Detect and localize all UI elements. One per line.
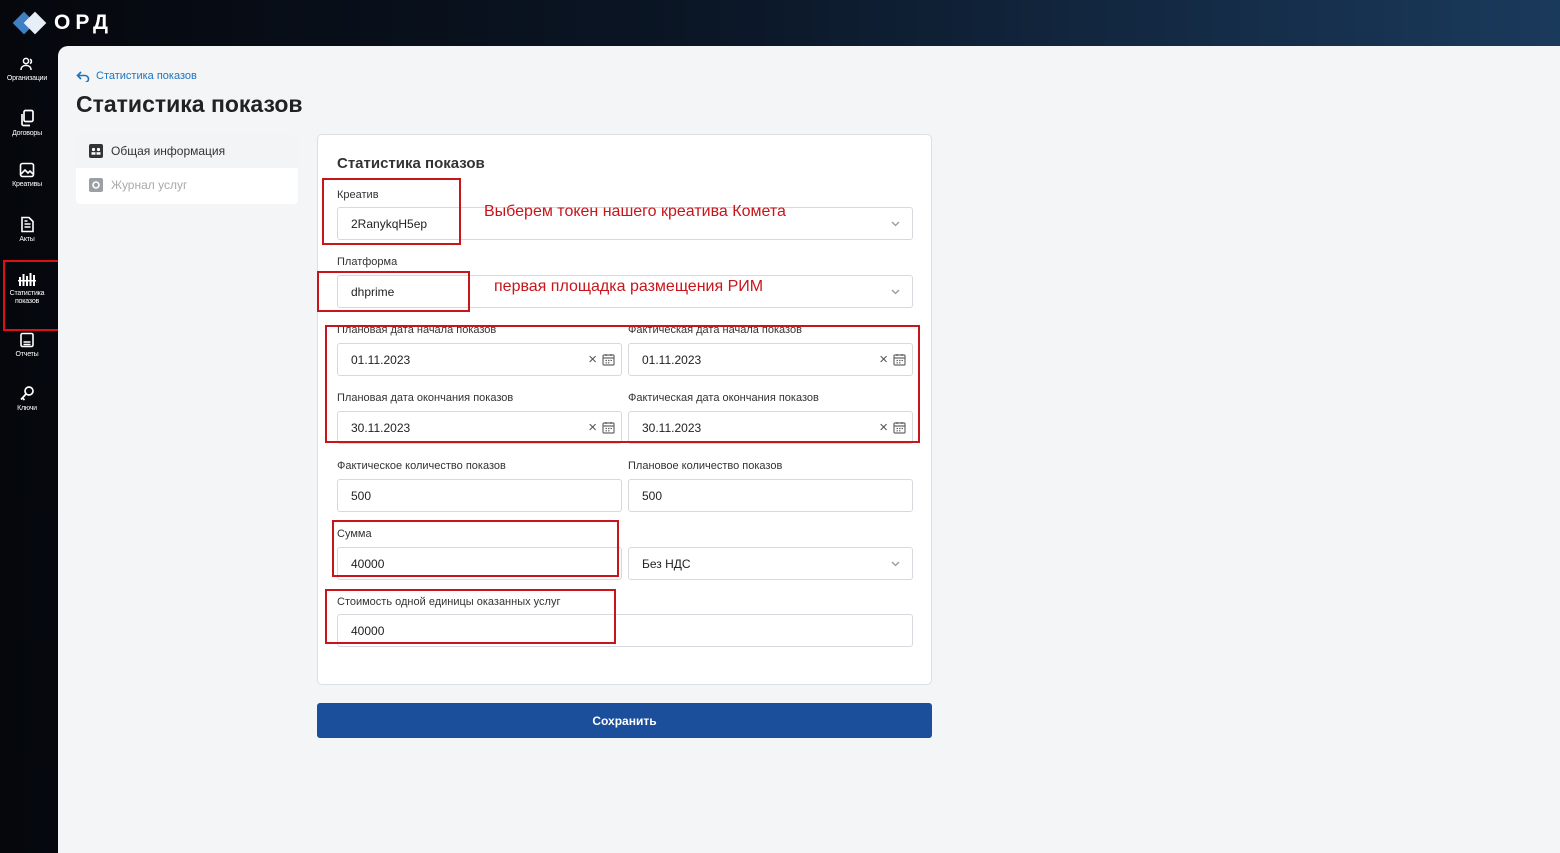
- actual-start-value: 01.11.2023: [642, 352, 702, 367]
- sidebar-item-contracts[interactable]: Договоры: [0, 109, 54, 138]
- app-logo[interactable]: ОРД: [12, 10, 113, 36]
- clear-icon[interactable]: ×: [879, 420, 888, 435]
- sidebar-item-keys[interactable]: Ключи: [0, 385, 54, 413]
- actual-end-value: 30.11.2023: [642, 420, 702, 435]
- actual-end-label: Фактическая дата окончания показов: [628, 392, 819, 404]
- main-panel: Статистика показов Статистика показов Об…: [58, 46, 1560, 853]
- sidebar-item-label: Ключи: [17, 405, 37, 412]
- logo-icon: [12, 10, 48, 36]
- chevron-down-icon: [891, 561, 900, 566]
- calendar-icon[interactable]: [602, 421, 615, 434]
- documents-icon: [21, 109, 34, 127]
- sidebar: Организации Договоры Креативы Акты Стати…: [0, 46, 68, 853]
- planned-start-date-input[interactable]: 01.11.2023 ×: [337, 343, 622, 376]
- sidebar-item-label: Организации: [6, 75, 48, 82]
- chevron-down-icon: [891, 221, 900, 226]
- vat-select[interactable]: Без НДС: [628, 547, 913, 580]
- sidebar-item-acts[interactable]: Акты: [0, 216, 54, 244]
- report-icon: [20, 332, 34, 348]
- actual-start-label: Фактическая дата начала показов: [628, 324, 802, 336]
- clear-icon[interactable]: ×: [588, 352, 597, 367]
- planned-end-value: 30.11.2023: [351, 420, 411, 435]
- clear-icon[interactable]: ×: [588, 420, 597, 435]
- subnav-label: Общая информация: [111, 144, 226, 158]
- planned-count-label: Плановое количество показов: [628, 460, 783, 472]
- calendar-icon[interactable]: [602, 353, 615, 366]
- actual-count-input[interactable]: 500: [337, 479, 622, 512]
- sidebar-item-stats[interactable]: Статистика показов: [0, 271, 54, 306]
- sidebar-item-reports[interactable]: Отчеты: [0, 332, 54, 359]
- planned-end-date-input[interactable]: 30.11.2023 ×: [337, 411, 622, 444]
- section-nav: Общая информация Журнал услуг: [76, 134, 298, 204]
- annotation-text-platform: первая площадка размещения РИМ: [494, 278, 764, 295]
- actual-start-date-input[interactable]: 01.11.2023 ×: [628, 343, 913, 376]
- planned-count-value: 500: [642, 488, 663, 503]
- calendar-icon[interactable]: [893, 353, 906, 366]
- file-text-icon: [20, 216, 34, 233]
- amount-label: Сумма: [337, 528, 372, 540]
- image-icon: [19, 162, 35, 178]
- unit-cost-input[interactable]: 40000: [337, 614, 913, 647]
- platform-label: Платформа: [337, 256, 398, 268]
- breadcrumb[interactable]: Статистика показов: [76, 70, 197, 82]
- planned-start-label: Плановая дата начала показов: [337, 324, 497, 336]
- vat-value: Без НДС: [642, 556, 691, 571]
- sidebar-item-label: Статистика показов: [9, 290, 45, 305]
- actual-count-value: 500: [351, 488, 372, 503]
- actual-end-date-input[interactable]: 30.11.2023 ×: [628, 411, 913, 444]
- annotation-text-creative: Выберем токен нашего креатива Комета: [484, 203, 786, 220]
- breadcrumb-link[interactable]: Статистика показов: [96, 70, 197, 82]
- key-icon: [20, 386, 34, 401]
- sidebar-item-label: Акты: [19, 236, 35, 243]
- chevron-down-icon: [891, 289, 900, 294]
- calendar-icon[interactable]: [893, 421, 906, 434]
- subnav-general-info[interactable]: Общая информация: [76, 134, 298, 168]
- form-title: Статистика показов: [337, 155, 485, 172]
- logo-text: ОРД: [54, 11, 113, 34]
- sidebar-item-organizations[interactable]: Организации: [0, 56, 54, 83]
- amount-value: 40000: [351, 556, 385, 571]
- users-icon: [20, 57, 33, 71]
- actual-count-label: Фактическое количество показов: [337, 460, 506, 472]
- unit-cost-label: Стоимость одной единицы оказанных услуг: [337, 596, 561, 608]
- clear-icon[interactable]: ×: [879, 352, 888, 367]
- stats-icon: [18, 273, 36, 286]
- planned-start-value: 01.11.2023: [351, 352, 411, 367]
- save-button[interactable]: Сохранить: [317, 703, 932, 738]
- creative-label: Креатив: [337, 189, 379, 201]
- sidebar-item-label: Отчеты: [15, 351, 39, 358]
- sidebar-item-creatives[interactable]: Креативы: [0, 162, 54, 189]
- subnav-label: Журнал услуг: [111, 178, 188, 192]
- planned-count-input[interactable]: 500: [628, 479, 913, 512]
- page-title: Статистика показов: [76, 91, 303, 117]
- sidebar-item-label: Креативы: [12, 181, 42, 188]
- users-box-icon: [89, 144, 103, 158]
- sidebar-item-label: Договоры: [12, 130, 42, 137]
- planned-end-label: Плановая дата окончания показов: [337, 392, 514, 404]
- subnav-service-log[interactable]: Журнал услуг: [76, 168, 298, 202]
- amount-input[interactable]: 40000: [337, 547, 622, 580]
- back-arrow-icon: [76, 70, 90, 82]
- gear-box-icon: [89, 178, 103, 192]
- unit-cost-value: 40000: [351, 623, 385, 638]
- top-bar: ОРД: [0, 0, 1560, 46]
